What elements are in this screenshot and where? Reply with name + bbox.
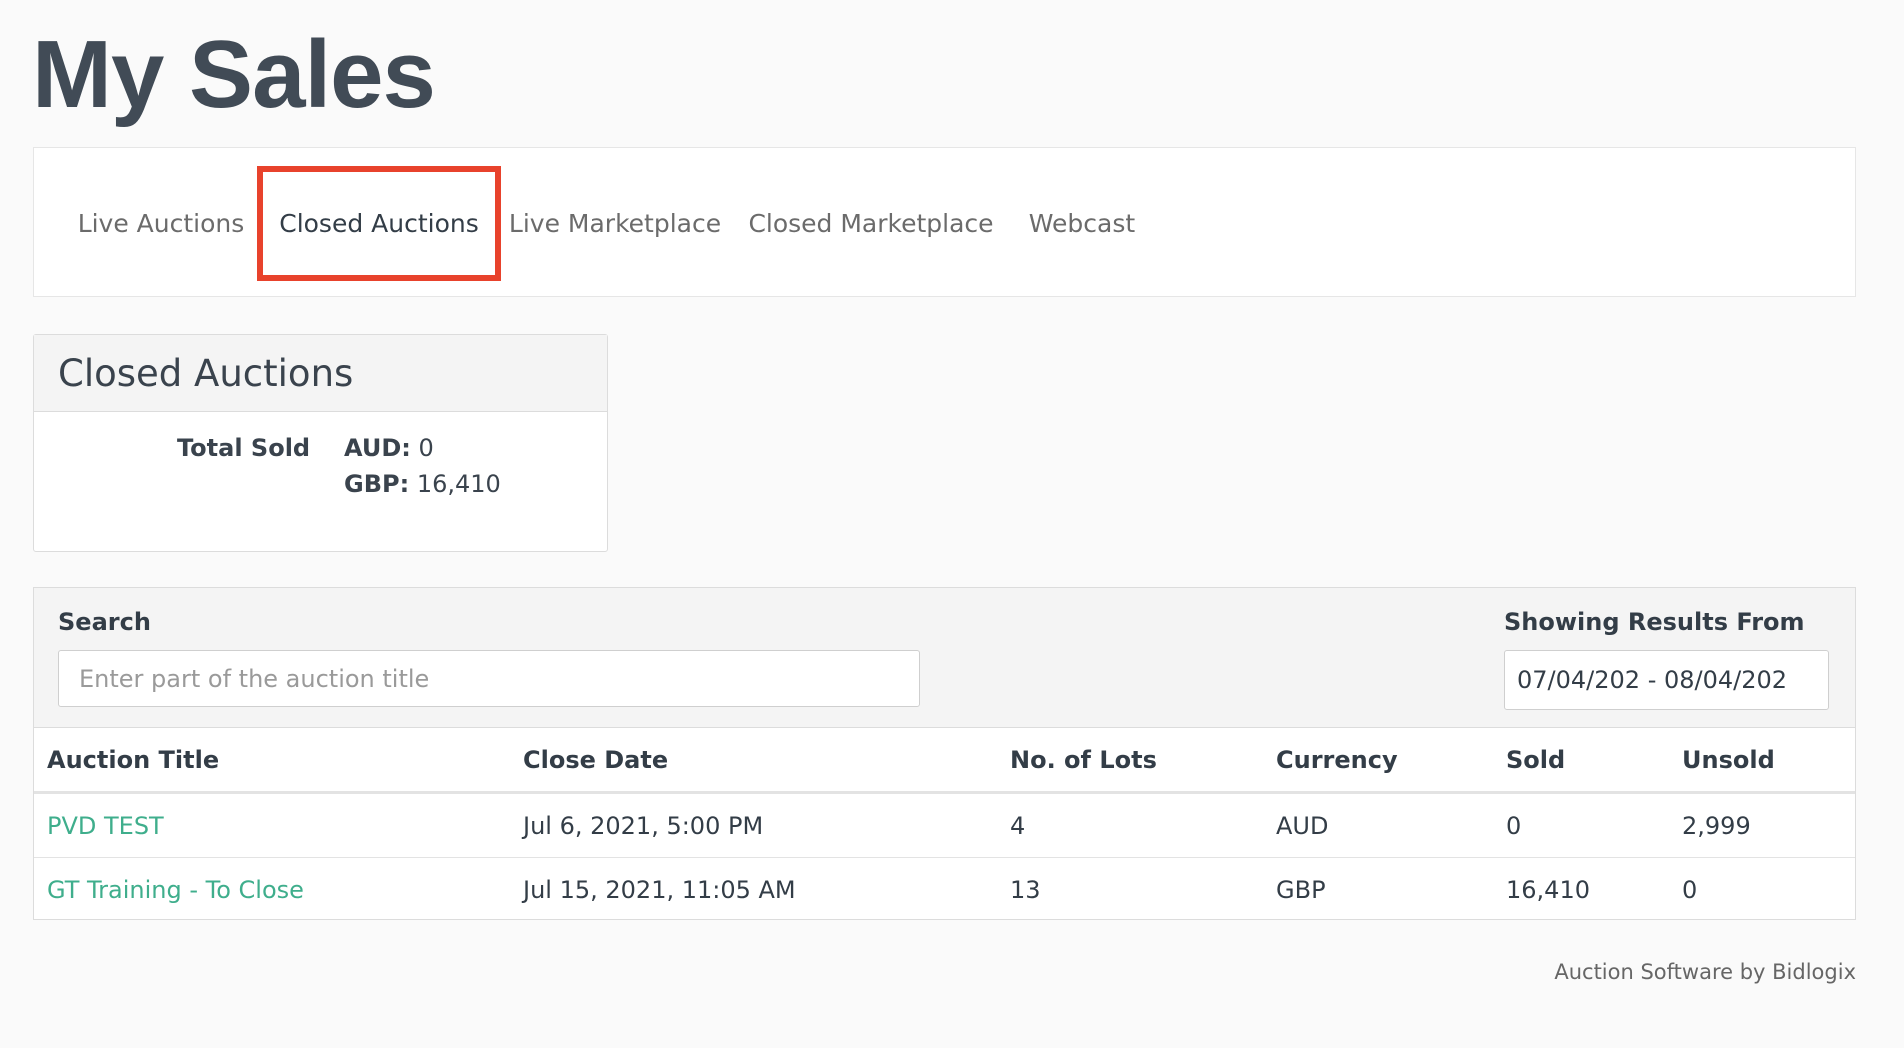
date-filter-label: Showing Results From [1504,608,1805,636]
total-sold-label: Total Sold [177,434,311,462]
column-header-unsold[interactable]: Unsold [1682,728,1775,791]
tab-closed-marketplace[interactable]: Closed Marketplace [748,148,993,298]
currency-total-aud: AUD: 0 [344,434,434,462]
summary-header: Closed Auctions [34,335,607,412]
table-header: Auction Title Close Date No. of Lots Cur… [34,728,1855,794]
search-label: Search [58,608,151,636]
column-header-auction-title[interactable]: Auction Title [47,728,219,791]
sold-cell: 0 [1506,811,1522,840]
closed-auctions-summary: Closed Auctions Total Sold AUD: 0 GBP: 1… [33,334,608,552]
auction-title-link[interactable]: PVD TEST [47,794,164,857]
close-date-cell: Jul 15, 2021, 11:05 AM [523,876,796,904]
currency-total-gbp: GBP: 16,410 [344,470,501,498]
unsold-cell: 0 [1682,876,1698,904]
tab-webcast[interactable]: Webcast [1027,148,1137,298]
table-row: PVD TEST Jul 6, 2021, 5:00 PM 4 AUD 0 2,… [34,794,1855,858]
currency-cell: GBP [1276,876,1326,904]
page-title: My Sales [32,21,436,128]
currency-cell: AUD [1276,811,1329,840]
column-header-currency[interactable]: Currency [1276,728,1398,791]
lots-cell: 4 [1010,811,1026,840]
page: My Sales Live Auctions Closed Auctions L… [0,0,1904,1048]
summary-title: Closed Auctions [58,351,354,395]
results-panel: Search Showing Results From 07/04/202 - … [33,587,1856,920]
tab-live-auctions[interactable]: Live Auctions [74,148,248,298]
unsold-cell: 2,999 [1682,811,1751,840]
search-input[interactable] [58,650,920,707]
footer-credit: Auction Software by Bidlogix [1554,960,1856,984]
close-date-cell: Jul 6, 2021, 5:00 PM [523,811,764,840]
column-header-sold[interactable]: Sold [1506,728,1565,791]
currency-value: 16,410 [416,470,501,498]
summary-body: Total Sold AUD: 0 GBP: 16,410 [34,412,607,552]
tab-live-marketplace[interactable]: Live Marketplace [509,148,721,298]
currency-code: AUD: [344,434,411,462]
filter-bar: Search Showing Results From 07/04/202 - … [34,588,1855,728]
date-range-picker[interactable]: 07/04/202 - 08/04/202 [1504,650,1829,710]
currency-value: 0 [418,434,434,462]
lots-cell: 13 [1010,876,1041,904]
tabs-panel: Live Auctions Closed Auctions Live Marke… [33,147,1856,297]
auction-title-link[interactable]: GT Training - To Close [47,858,304,922]
column-header-close-date[interactable]: Close Date [523,728,668,791]
table-row: GT Training - To Close Jul 15, 2021, 11:… [34,858,1855,922]
sold-cell: 16,410 [1506,876,1590,904]
column-header-lots[interactable]: No. of Lots [1010,728,1157,791]
tab-closed-auctions[interactable]: Closed Auctions [257,166,501,281]
currency-code: GBP: [344,470,410,498]
